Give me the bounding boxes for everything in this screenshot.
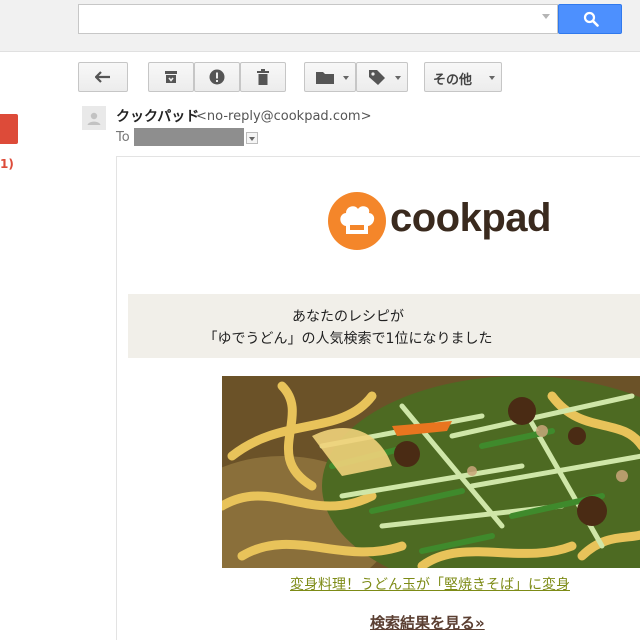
archive-button[interactable] (148, 62, 194, 92)
search-options-caret-icon[interactable] (542, 14, 550, 19)
top-bar (0, 0, 640, 52)
inbox-unread-count[interactable]: 1) (0, 157, 14, 171)
sender-avatar (82, 106, 106, 130)
back-button[interactable] (78, 62, 128, 92)
recipient-redacted (134, 128, 244, 146)
trash-icon (257, 69, 269, 85)
person-icon (87, 112, 101, 125)
recipe-photo[interactable] (222, 376, 640, 568)
notice-line-1: あなたのレシピが (292, 309, 404, 325)
chef-hat-icon (328, 192, 386, 250)
notice-line-2: 「ゆでうどん」の人気検索で1位になりました (203, 331, 493, 347)
search-results-link[interactable]: 検索結果を見る» (370, 612, 485, 633)
chevron-down-icon (395, 76, 401, 80)
to-label: To (116, 130, 130, 145)
search-button[interactable] (558, 4, 622, 34)
move-to-button[interactable] (304, 62, 356, 92)
search-input[interactable] (78, 4, 558, 34)
recipe-link[interactable]: 変身料理！うどん玉が「堅焼きそば」に変身 (290, 574, 570, 594)
ranking-notice: あなたのレシピが 「ゆでうどん」の人気検索で1位になりました (128, 294, 640, 358)
back-arrow-icon (95, 71, 110, 83)
search-icon (583, 11, 599, 27)
labels-button[interactable] (356, 62, 408, 92)
chevron-down-icon (343, 76, 349, 80)
more-button-label: その他 (433, 73, 473, 88)
report-spam-icon (209, 69, 225, 85)
folder-icon (316, 72, 334, 84)
report-spam-button[interactable] (194, 62, 240, 92)
sender-name: クックパッド (116, 109, 200, 125)
logo-wordmark: cookpad (390, 196, 551, 240)
sender-email: <no-reply@cookpad.com> (196, 109, 372, 124)
chevron-down-icon (489, 76, 495, 80)
compose-button[interactable] (0, 114, 18, 144)
show-details-dropdown[interactable] (246, 132, 258, 144)
more-button[interactable]: その他 (424, 62, 502, 92)
label-icon (369, 70, 385, 85)
archive-icon (165, 71, 177, 83)
delete-button[interactable] (240, 62, 286, 92)
